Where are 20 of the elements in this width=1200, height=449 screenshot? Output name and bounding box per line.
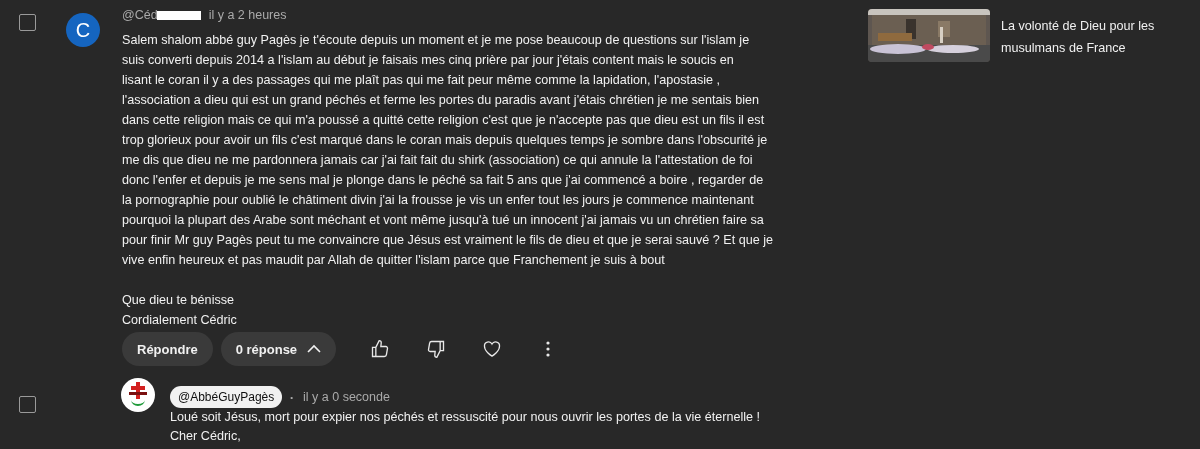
separator-dot: • [290,392,294,402]
heart-icon[interactable] [482,339,503,359]
comment-text: Loué soit Jésus, mort pour expier nos péchés et ressuscité pour nous ouvrir les portes de la vie éternelle ! Cher Cédric, [170,409,761,445]
channel-avatar [121,378,155,412]
comment-signature: Que dieu te bénisse Cordialement Cédric [122,292,238,329]
reply-button[interactable]: Répondre [122,332,213,366]
caret-up-icon [307,344,322,354]
author-name[interactable]: @Céd [122,8,158,22]
replies-button[interactable]: 0 réponse [220,332,337,366]
thumbs-down-icon[interactable] [426,339,447,359]
video-title[interactable]: La volonté de Dieu pour les musulmans de France [1001,15,1171,59]
comment-time: il y a 2 heures [208,8,287,22]
select-checkbox[interactable] [19,396,36,413]
select-checkbox[interactable] [19,14,36,31]
thumbs-up-icon[interactable] [370,339,391,359]
channel-handle[interactable]: @AbbéGuyPagès [170,386,283,408]
comment-text: Salem shalom abbé guy Pagès je t'écoute depuis un moment et je me pose beaucoup de questions sur l'islam je suis converti depuis 2014 a l'islam au début je faisais mes cinq prière par jour j'étais content mais le soucis en lisant le coran il y a des passages qui me plaît pas qui me fait peur même comme la lapidation, l'apostasie , l'association a dieu qui est un grand péchés et ferme les portes du paradis avant j'étais chrétien je me sentais bien dans cette religion mais ce qui m'a poussé a quitté cette religion c'est que je n'accepte pas que dieu est un fils il est trop glorieux pour avoir un fils c'est marqué dans le coran mais depuis quelques temps je sombre dans l'obscurité je me dis que dieu ne me pardonnera jamais car j'ai fait fait du shirk (association) ce qui annule la l'attestation de foi donc l'enfer et depuis je me sens mal je plonge dans le péché sa fait 5 ans que j'ai commencé a boire , regarder de la pornographie pour oublié le châtiment divin j'ai la frousse je vis un enfer tout les jours je commence maintenant pourquoi la plupart des Arabe sont méchant et vont même jusqu'à tué un innocent j'ai jamais vu un chrétien faire sa pour finir Mr guy Pagès peut tu me convaincre que Jésus est vraiment le fils de dieu et que je serai sauvé ? Et que je vive enfin heureux et pas maudit par Allah de quitter l'islam parce que Franchement je suis à bout [122,32,774,269]
user-avatar: C [66,13,100,47]
comment-time: il y a 0 seconde [303,390,390,404]
more-icon[interactable] [545,340,552,358]
